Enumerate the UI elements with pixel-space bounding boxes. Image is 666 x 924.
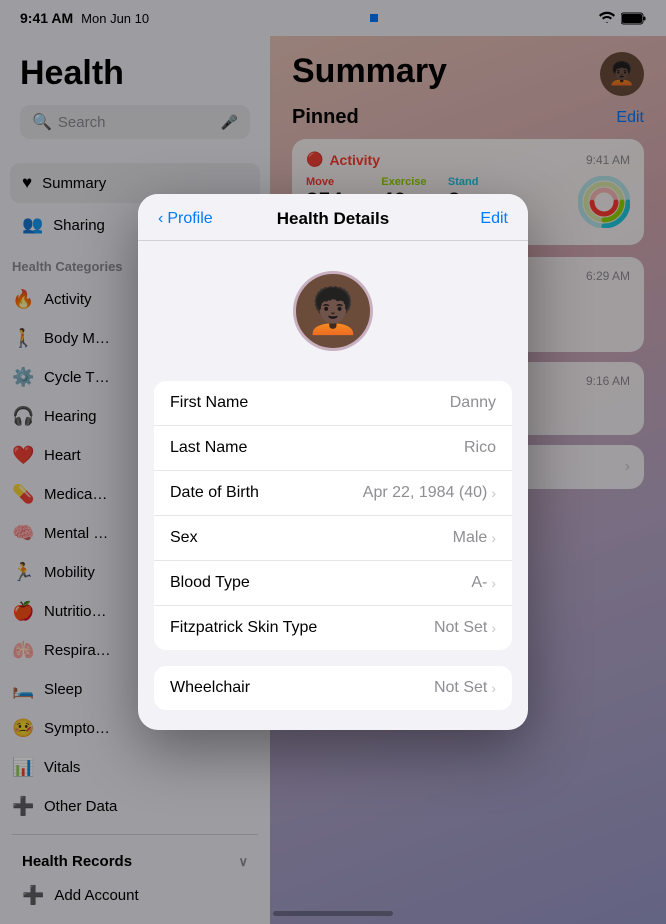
skin-type-value: Not Set › [434,619,496,637]
modal-avatar-section: 🧑🏿‍🦱 [138,241,528,381]
avatar-emoji: 🧑🏿‍🦱 [306,285,361,337]
blood-type-chevron: › [491,575,496,591]
field-dob[interactable]: Date of Birth Apr 22, 1984 (40) › [154,471,512,516]
modal-back-label: Profile [167,210,212,228]
field-skin-type[interactable]: Fitzpatrick Skin Type Not Set › [154,606,512,650]
last-name-value: Rico [464,439,496,457]
dob-chevron: › [491,485,496,501]
field-last-name[interactable]: Last Name Rico [154,426,512,471]
sex-label: Sex [170,529,198,547]
field-blood-type[interactable]: Blood Type A- › [154,561,512,606]
first-name-label: First Name [170,394,248,412]
sex-chevron: › [491,530,496,546]
skin-type-chevron: › [491,620,496,636]
back-chevron-icon: ‹ [158,210,163,228]
blood-type-label: Blood Type [170,574,250,592]
modal-avatar[interactable]: 🧑🏿‍🦱 [293,271,373,351]
blood-type-value: A- › [471,574,496,592]
dob-value: Apr 22, 1984 (40) › [363,484,496,502]
modal-back-button[interactable]: ‹ Profile [158,210,213,228]
first-name-value: Danny [450,394,496,412]
last-name-label: Last Name [170,439,247,457]
wheelchair-label: Wheelchair [170,679,250,697]
dob-label: Date of Birth [170,484,259,502]
field-sex[interactable]: Sex Male › [154,516,512,561]
modal-fields-group2: Wheelchair Not Set › [154,666,512,710]
modal-title: Health Details [277,209,389,229]
modal-edit-button[interactable]: Edit [480,210,508,228]
skin-type-label: Fitzpatrick Skin Type [170,619,317,637]
modal-overlay: ‹ Profile Health Details Edit 🧑🏿‍🦱 First… [0,0,666,924]
wheelchair-chevron: › [491,680,496,696]
wheelchair-value: Not Set › [434,679,496,697]
field-wheelchair[interactable]: Wheelchair Not Set › [154,666,512,710]
field-first-name[interactable]: First Name Danny [154,381,512,426]
modal-fields-group1: First Name Danny Last Name Rico Date of … [154,381,512,650]
sex-value: Male › [453,529,496,547]
health-details-modal: ‹ Profile Health Details Edit 🧑🏿‍🦱 First… [138,194,528,730]
modal-header: ‹ Profile Health Details Edit [138,194,528,241]
